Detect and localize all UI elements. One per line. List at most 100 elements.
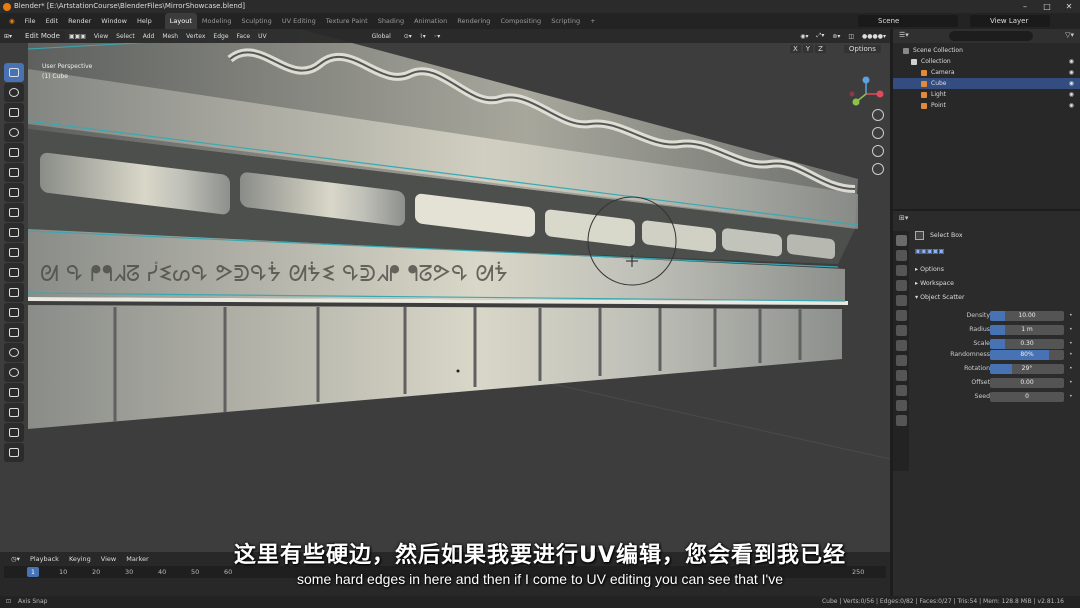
tab-rendering[interactable]: Rendering (452, 13, 495, 29)
shrink-fatten-tool[interactable] (4, 403, 24, 422)
menu-mesh[interactable]: Mesh (158, 33, 182, 40)
menu-view[interactable]: View (90, 33, 112, 40)
menu-edit[interactable]: Edit (41, 13, 64, 29)
modifier-tab-icon[interactable] (896, 340, 907, 351)
rotation-slider[interactable]: 29° (990, 364, 1064, 374)
proportional-edit-icon[interactable]: ◦▾ (430, 33, 445, 40)
outliner-scene-collection[interactable]: Scene Collection (893, 45, 1080, 56)
view-layer-tab-icon[interactable] (896, 280, 907, 291)
minimize-icon[interactable]: – (1014, 0, 1036, 13)
tab-uv-editing[interactable]: UV Editing (277, 13, 321, 29)
section-options[interactable]: ▸ Options (911, 263, 1078, 277)
tab-layout[interactable]: Layout (164, 13, 197, 29)
extrude-tool[interactable] (4, 223, 24, 242)
transform-tool[interactable] (4, 163, 24, 182)
axis-z-toggle[interactable]: Z (815, 45, 826, 53)
menu-uv[interactable]: UV (254, 33, 271, 40)
axis-x-toggle[interactable]: X (790, 45, 801, 53)
move-tool[interactable] (4, 103, 24, 122)
tab-texture-paint[interactable]: Texture Paint (321, 13, 373, 29)
add-workspace-button[interactable]: + (585, 13, 600, 29)
menu-help[interactable]: Help (132, 13, 157, 29)
editor-type-icon[interactable]: ⊞▾ (0, 33, 16, 40)
options-dropdown[interactable]: Options (843, 45, 881, 53)
rip-region-tool[interactable] (4, 443, 24, 462)
particles-tab-icon[interactable] (896, 355, 907, 366)
randomness-slider[interactable]: 80% (990, 350, 1064, 360)
menu-add[interactable]: Add (139, 33, 159, 40)
navigation-gizmo[interactable] (846, 74, 886, 114)
tab-modeling[interactable]: Modeling (197, 13, 237, 29)
outliner[interactable]: ☰▾ ▽▾ Scene Collection Collection ◉ Camer… (893, 29, 1080, 209)
outliner-row-light[interactable]: Light ◉ (893, 89, 1080, 100)
render-tab-icon[interactable] (896, 250, 907, 261)
shading-modes-icon[interactable]: ●●●●▾ (858, 33, 890, 40)
view-layer-selector[interactable]: View Layer (970, 15, 1050, 27)
poly-build-tool[interactable] (4, 323, 24, 342)
mode-selector[interactable]: Edit Mode (20, 30, 65, 42)
zoom-icon[interactable] (872, 109, 884, 121)
visibility-icon[interactable]: ◉▾ (796, 33, 812, 40)
shear-tool[interactable] (4, 423, 24, 442)
eye-icon[interactable]: ◉ (1069, 100, 1074, 111)
menu-edge[interactable]: Edge (209, 33, 232, 40)
orientation-dropdown[interactable]: Global (365, 30, 397, 42)
radius-slider[interactable]: 1 m (990, 325, 1064, 335)
menu-file[interactable]: File (20, 13, 41, 29)
menu-vertex[interactable]: Vertex (182, 33, 209, 40)
annotate-tool[interactable] (4, 183, 24, 202)
properties-editor-icon[interactable]: ⊞▾ (899, 214, 908, 222)
outliner-row-collection[interactable]: Collection ◉ (893, 56, 1080, 67)
outliner-row-point[interactable]: Point ◉ (893, 100, 1080, 111)
seed-field[interactable]: 0 (990, 392, 1064, 402)
data-tab-icon[interactable] (896, 400, 907, 411)
section-object-scatter[interactable]: ▾ Object Scatter (911, 291, 1078, 305)
outliner-editor-icon[interactable]: ☰▾ (899, 31, 909, 39)
keyframe-dot-icon[interactable]: • (1069, 348, 1073, 362)
gizmo-icon[interactable]: ⤢▾ (813, 32, 829, 40)
snap-icon[interactable]: ⌇▾ (416, 33, 430, 40)
pivot-icon[interactable]: ⊙▾ (400, 33, 416, 40)
pan-icon[interactable] (872, 127, 884, 139)
tab-shading[interactable]: Shading (373, 13, 409, 29)
eye-icon[interactable]: ◉ (1069, 67, 1074, 78)
keyframe-dot-icon[interactable]: • (1069, 323, 1073, 337)
blender-menu-icon[interactable]: ◉ (4, 13, 20, 29)
keyframe-dot-icon[interactable]: • (1069, 309, 1073, 323)
loop-cut-tool[interactable] (4, 283, 24, 302)
camera-view-icon[interactable] (872, 145, 884, 157)
section-workspace[interactable]: ▸ Workspace (911, 277, 1078, 291)
axis-y-toggle[interactable]: Y (802, 45, 814, 53)
menu-window[interactable]: Window (96, 13, 132, 29)
outliner-row-camera[interactable]: Camera ◉ (893, 67, 1080, 78)
eye-icon[interactable]: ◉ (1069, 78, 1074, 89)
select-box-tool[interactable] (4, 63, 24, 82)
rotate-tool[interactable] (4, 123, 24, 142)
edge-slide-tool[interactable] (4, 383, 24, 402)
constraints-tab-icon[interactable] (896, 385, 907, 396)
menu-select[interactable]: Select (112, 33, 139, 40)
keyframe-dot-icon[interactable]: • (1069, 376, 1073, 390)
tab-sculpting[interactable]: Sculpting (236, 13, 276, 29)
world-tab-icon[interactable] (896, 310, 907, 321)
scene-tab-icon[interactable] (896, 295, 907, 306)
density-slider[interactable]: 10.00 (990, 311, 1064, 321)
inset-tool[interactable] (4, 243, 24, 262)
knife-tool[interactable] (4, 303, 24, 322)
select-mode-icons[interactable]: ▣▣▣ (65, 33, 90, 40)
ortho-toggle-icon[interactable] (872, 163, 884, 175)
scale-tool[interactable] (4, 143, 24, 162)
tab-compositing[interactable]: Compositing (495, 13, 546, 29)
overlay-icon[interactable]: ⊚▾ (828, 33, 844, 40)
menu-render[interactable]: Render (63, 13, 96, 29)
tab-scripting[interactable]: Scripting (546, 13, 585, 29)
eye-icon[interactable]: ◉ (1069, 56, 1074, 67)
bevel-tool[interactable] (4, 263, 24, 282)
cursor-tool[interactable] (4, 83, 24, 102)
measure-tool[interactable] (4, 203, 24, 222)
scene-selector[interactable]: Scene (858, 15, 958, 27)
output-tab-icon[interactable] (896, 265, 907, 276)
smooth-tool[interactable] (4, 363, 24, 382)
menu-face[interactable]: Face (233, 33, 255, 40)
spin-tool[interactable] (4, 343, 24, 362)
